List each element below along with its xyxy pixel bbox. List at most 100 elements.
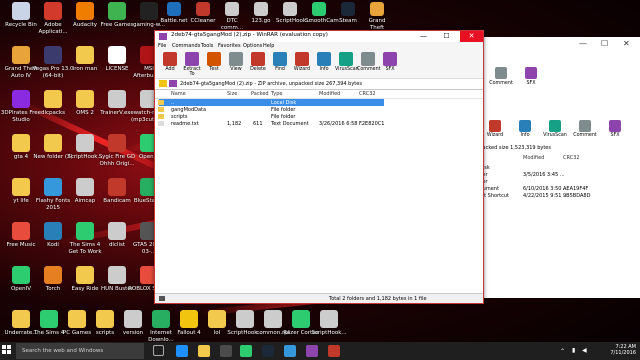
volume-icon[interactable]: ◀ [582, 347, 587, 354]
view-label: View [230, 67, 242, 72]
column-header: Name Size Packed Type Modified CRC32 [155, 90, 483, 99]
file-row[interactable]: gangModData File folder [155, 106, 483, 113]
desktop-icon[interactable]: CCleaner [189, 2, 217, 25]
app-icon [225, 2, 239, 16]
extract-to-button[interactable]: Extract To [181, 52, 203, 77]
col-modified[interactable]: Modified [319, 91, 340, 97]
bg-col-modified[interactable]: Modified [523, 155, 544, 161]
app-icon [44, 46, 62, 64]
desktop-icon[interactable]: Grand Theft [363, 2, 391, 31]
file-explorer-icon[interactable] [198, 345, 210, 357]
app-icon [370, 2, 384, 16]
menu-tools[interactable]: Tools [201, 43, 213, 49]
minimize-button[interactable]: — [415, 31, 432, 42]
clock[interactable]: 7:22 AM 7/11/2016 [610, 344, 636, 356]
bg-file-modified: 3/5/2016 3:45 ... [523, 172, 565, 178]
sfx-button[interactable]: SFX [379, 52, 401, 72]
bg-sfx-button[interactable]: SFX [601, 120, 629, 138]
winrar-window[interactable]: 2deb74-gta5gangMod (2).zip - WinRAR (eva… [154, 30, 484, 304]
col-type[interactable]: Type [271, 91, 282, 97]
bg-info-button[interactable]: Info [511, 120, 539, 138]
col-crc[interactable]: CRC32 [359, 91, 376, 97]
comment-button[interactable]: Comment [357, 52, 381, 72]
desktop-icon[interactable]: ScriptHook... [276, 2, 311, 25]
view-button[interactable]: View [225, 52, 247, 72]
desktop-icon[interactable]: DTC comm... [218, 2, 246, 31]
file-row[interactable]: .. Local Disk [158, 99, 384, 106]
background-winrar-window[interactable]: — ☐ ✕ Comment SFX Wizard Info VirusScan Com… [470, 37, 640, 298]
app-icon [108, 2, 126, 20]
xbox-icon[interactable] [240, 345, 252, 357]
close-icon[interactable]: ✕ [623, 39, 630, 48]
wizard-icon [489, 120, 501, 132]
wizard-button[interactable]: Wizard [291, 52, 313, 72]
search-box[interactable]: Search the web and Windows [16, 343, 144, 359]
find-icon [273, 52, 287, 66]
window-title: 2deb74-gta5gangMod (2).zip - WinRAR (eva… [171, 32, 328, 38]
menu-options[interactable]: Options [243, 43, 262, 49]
app-icon [12, 134, 30, 152]
app-icon [108, 134, 126, 152]
app-icon [44, 178, 62, 196]
steam-icon[interactable] [262, 345, 274, 357]
menu-help[interactable]: Help [263, 43, 274, 49]
maximize-button[interactable]: ☐ [438, 31, 455, 42]
desktop-icon[interactable]: SmoothCam... [305, 2, 344, 25]
app-icon [254, 2, 268, 16]
delete-label: Delete [250, 67, 266, 72]
menu-file[interactable]: File [158, 43, 166, 49]
add-button[interactable]: Add [159, 52, 181, 72]
app-icon [341, 2, 355, 16]
menu-commands[interactable]: Commands [172, 43, 200, 49]
test-button[interactable]: Test [203, 52, 225, 72]
find-label: Find [275, 67, 285, 72]
minimize-icon[interactable]: — [579, 39, 587, 48]
app-icon [76, 178, 94, 196]
comment-icon [361, 52, 375, 66]
status-bar: Total 2 folders and 1,182 bytes in 1 fil… [155, 293, 483, 303]
delete-icon [251, 52, 265, 66]
winrar-task-icon[interactable] [306, 345, 318, 357]
app-icon [108, 266, 126, 284]
bg-sfx-button[interactable]: SFX [517, 67, 545, 86]
maximize-icon[interactable]: ☐ [601, 39, 608, 48]
app-icon [12, 90, 30, 108]
bg-info-label: Info [520, 133, 530, 138]
tray-chevron-icon[interactable]: ⌃ [560, 348, 565, 355]
app-icon [167, 2, 181, 16]
bg-wizard-button[interactable]: Wizard [481, 120, 509, 138]
find-button[interactable]: Find [269, 52, 291, 72]
virusscan-button[interactable]: VirusScan [335, 52, 359, 72]
col-name[interactable]: Name [171, 91, 186, 97]
edge-icon[interactable] [176, 345, 188, 357]
store-icon[interactable] [220, 345, 232, 357]
col-packed[interactable]: Packed [251, 91, 269, 97]
bandicam-task-icon[interactable] [328, 345, 340, 357]
up-folder-icon[interactable] [159, 80, 167, 87]
file-row[interactable]: scripts File folder [155, 113, 483, 120]
desktop-icon[interactable]: 123.go [247, 2, 275, 25]
col-size[interactable]: Size [227, 91, 237, 97]
task-view-icon[interactable] [153, 345, 164, 356]
chrome-icon[interactable] [284, 345, 296, 357]
bg-path-text: unpacked size 1,523,319 bytes [473, 145, 551, 151]
window-titlebar[interactable]: 2deb74-gta5gangMod (2).zip - WinRAR (eva… [155, 31, 483, 42]
app-icon [140, 2, 158, 20]
close-button[interactable]: ✕ [460, 31, 483, 42]
view-icon [229, 52, 243, 66]
bg-virusscan-button[interactable]: VirusScan [541, 120, 569, 138]
file-row[interactable]: readme.txt 1,182 611 Text Document 3/26/2016… [155, 120, 483, 127]
delete-button[interactable]: Delete [247, 52, 269, 72]
network-icon[interactable]: ▮ [572, 347, 575, 354]
desktop-icon[interactable]: ScriptHook... [308, 310, 350, 337]
sfx-label: SFX [385, 67, 395, 72]
bg-comment-button[interactable]: Comment [571, 120, 599, 138]
start-button[interactable] [2, 345, 12, 355]
info-button[interactable]: Info [313, 52, 335, 72]
menu-bar: File Commands Tools Favorites Options Help [155, 42, 483, 51]
desktop-icon[interactable]: Steam [334, 2, 362, 25]
desktop-icon[interactable]: Battle.net [160, 2, 188, 25]
bg-comment-button[interactable]: Comment [487, 67, 515, 86]
bg-col-crc[interactable]: CRC32 [563, 155, 580, 161]
menu-favorites[interactable]: Favorites [218, 43, 241, 49]
